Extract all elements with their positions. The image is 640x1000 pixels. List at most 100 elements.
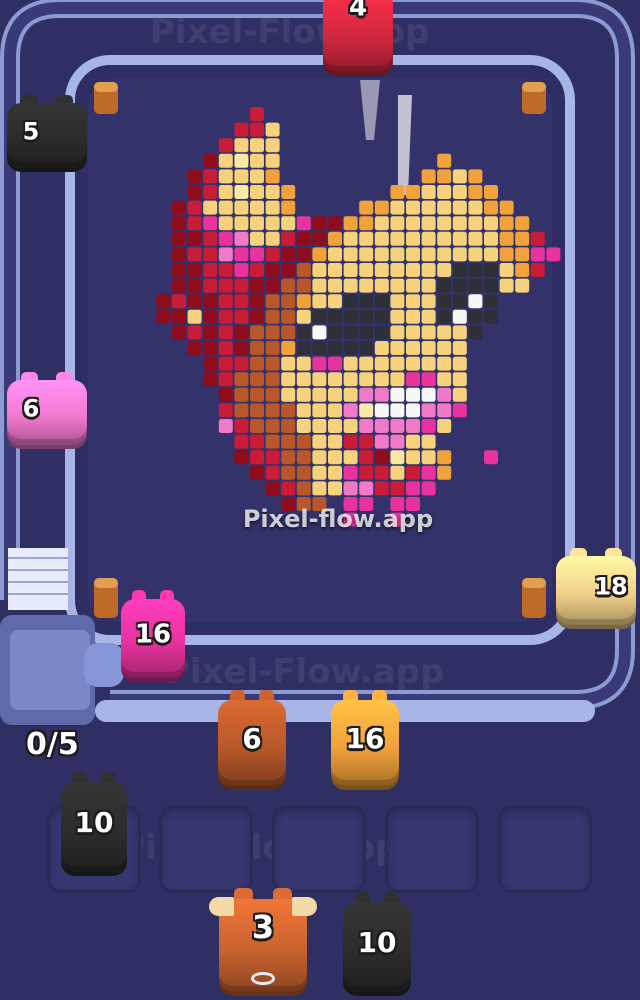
pixel-block (265, 341, 280, 355)
pixel-block (406, 450, 420, 465)
shooter-unit-right[interactable]: 18 (552, 548, 640, 628)
shooter-unit-left[interactable]: 6 (4, 372, 90, 448)
pixel-block (265, 325, 280, 340)
pixel-block (218, 294, 233, 309)
pixel-block (172, 325, 186, 340)
pixel-block (172, 278, 186, 293)
pixel-block (515, 263, 530, 277)
pixel-block (374, 294, 389, 309)
pixel-block (234, 294, 249, 309)
pixel-block (484, 309, 498, 324)
pixel-block (265, 309, 280, 324)
pixel-block (328, 263, 342, 277)
pixel-block (296, 372, 311, 387)
pixel-block (452, 169, 467, 184)
pixel-block (187, 231, 202, 246)
pixel-block (234, 169, 249, 184)
pixel-block (328, 356, 342, 371)
pixel-block (203, 309, 218, 324)
pixel-block (312, 309, 327, 324)
queue-slot[interactable] (498, 805, 592, 893)
pixel-block (437, 465, 452, 480)
pixel-block (234, 387, 249, 402)
pixel-block (437, 263, 452, 277)
pixel-block (250, 356, 264, 371)
pixel-block (187, 185, 202, 199)
pixel-block (187, 247, 202, 262)
pixel-block (234, 153, 249, 168)
pixel-block (359, 294, 374, 309)
pixel-block (421, 294, 436, 309)
pixel-block (515, 247, 530, 262)
pixel-block (468, 247, 483, 262)
pixel-block (296, 294, 311, 309)
pixel-block (484, 294, 498, 309)
pixel-block (187, 216, 202, 231)
pixel-block (296, 263, 311, 277)
pixel-block (328, 294, 342, 309)
pixel-block (437, 387, 452, 402)
pixel-block (359, 216, 374, 231)
pixel-block (359, 247, 374, 262)
pixel-block (265, 481, 280, 496)
queued-unit[interactable]: 10 (58, 772, 130, 876)
pixel-block (390, 356, 405, 371)
pixel-block (406, 294, 420, 309)
pixel-block (250, 403, 264, 418)
pixel-block (281, 278, 296, 293)
pixel-block (328, 403, 342, 418)
pixel-block (499, 216, 514, 231)
pixel-block (265, 450, 280, 465)
pixel-block (265, 122, 280, 137)
pixel-block (421, 372, 436, 387)
pixel-block (328, 481, 342, 496)
pixel-block (312, 434, 327, 449)
pixel-block (218, 403, 233, 418)
pixel-block (406, 387, 420, 402)
pixel-block (421, 341, 436, 355)
unit-count: 6 (242, 721, 262, 755)
unit-count: 16 (345, 721, 385, 755)
pixel-block (265, 200, 280, 215)
pixel-block (312, 356, 327, 371)
pixel-block (250, 450, 264, 465)
pixel-block (234, 138, 249, 153)
pixel-block (421, 231, 436, 246)
lane-unit[interactable]: 10 (340, 892, 414, 996)
pixel-block (343, 403, 358, 418)
pixel-block (250, 231, 264, 246)
pixel-block (296, 403, 311, 418)
pixel-block (343, 325, 358, 340)
pixel-block (296, 278, 311, 293)
pixel-block (421, 465, 436, 480)
shooter-unit-left[interactable]: 5 (4, 95, 90, 171)
horn-icon (291, 896, 317, 917)
pixel-block (328, 325, 342, 340)
pixel-block (312, 263, 327, 277)
queue-slot[interactable] (385, 805, 479, 893)
queue-slot[interactable] (272, 805, 366, 893)
pixel-block (374, 325, 389, 340)
pixel-block (421, 481, 436, 496)
lane-unit[interactable]: 6 (215, 690, 289, 790)
pixel-block (281, 465, 296, 480)
pixel-block (359, 434, 374, 449)
pixel-block (468, 325, 483, 340)
pixel-block (374, 278, 389, 293)
queue-slot[interactable] (159, 805, 253, 893)
pixel-block (281, 403, 296, 418)
pixel-block (218, 200, 233, 215)
pixel-block (468, 309, 483, 324)
shooter-unit-top[interactable]: 4 (320, 0, 396, 76)
lane-unit[interactable]: 16 (328, 690, 402, 790)
pixel-block (452, 200, 467, 215)
pixel-block (203, 325, 218, 340)
pixel-block (250, 200, 264, 215)
shooter-unit-conveyor[interactable]: 16 (118, 590, 188, 682)
pixel-block (250, 138, 264, 153)
pixel-block (343, 387, 358, 402)
pixel-block (421, 419, 436, 433)
pixel-block (187, 341, 202, 355)
bull-unit[interactable]: 3 (209, 888, 317, 996)
pixel-block (203, 263, 218, 277)
